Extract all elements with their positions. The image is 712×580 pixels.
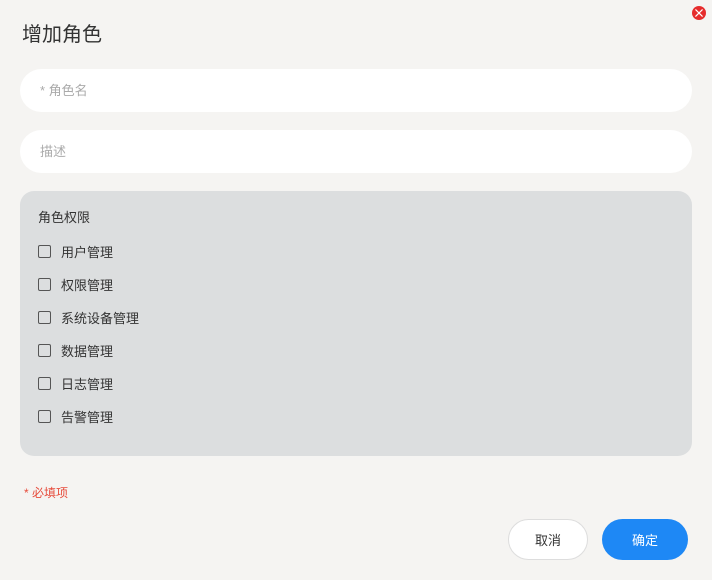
close-icon	[695, 4, 703, 22]
permission-item-log-mgmt[interactable]: 日志管理	[38, 374, 674, 393]
permission-item-device-mgmt[interactable]: 系统设备管理	[38, 308, 674, 327]
button-row: 取消 确定	[20, 519, 692, 560]
checkbox-icon	[38, 344, 51, 357]
permission-label: 系统设备管理	[61, 308, 139, 327]
checkbox-icon	[38, 311, 51, 324]
checkbox-icon	[38, 377, 51, 390]
permission-item-alarm-mgmt[interactable]: 告警管理	[38, 407, 674, 426]
checkbox-icon	[38, 245, 51, 258]
permission-label: 用户管理	[61, 242, 113, 261]
cancel-button[interactable]: 取消	[508, 519, 588, 560]
permission-item-perm-mgmt[interactable]: 权限管理	[38, 275, 674, 294]
description-input[interactable]	[20, 130, 692, 173]
permission-label: 日志管理	[61, 374, 113, 393]
permissions-panel: 角色权限 用户管理 权限管理 系统设备管理 数据管理 日志管理 告警管理	[20, 191, 692, 456]
dialog-title: 增加角色	[22, 18, 692, 47]
add-role-dialog: 增加角色 角色权限 用户管理 权限管理 系统设备管理 数据管理 日志管理 告警管…	[0, 0, 712, 580]
permission-label: 权限管理	[61, 275, 113, 294]
permission-label: 告警管理	[61, 407, 113, 426]
close-button[interactable]	[692, 6, 706, 20]
permission-item-user-mgmt[interactable]: 用户管理	[38, 242, 674, 261]
checkbox-icon	[38, 410, 51, 423]
permission-label: 数据管理	[61, 341, 113, 360]
permissions-title: 角色权限	[38, 207, 674, 226]
checkbox-icon	[38, 278, 51, 291]
permission-item-data-mgmt[interactable]: 数据管理	[38, 341, 674, 360]
required-note: * 必填项	[24, 484, 692, 501]
role-name-input[interactable]	[20, 69, 692, 112]
confirm-button[interactable]: 确定	[602, 519, 688, 560]
